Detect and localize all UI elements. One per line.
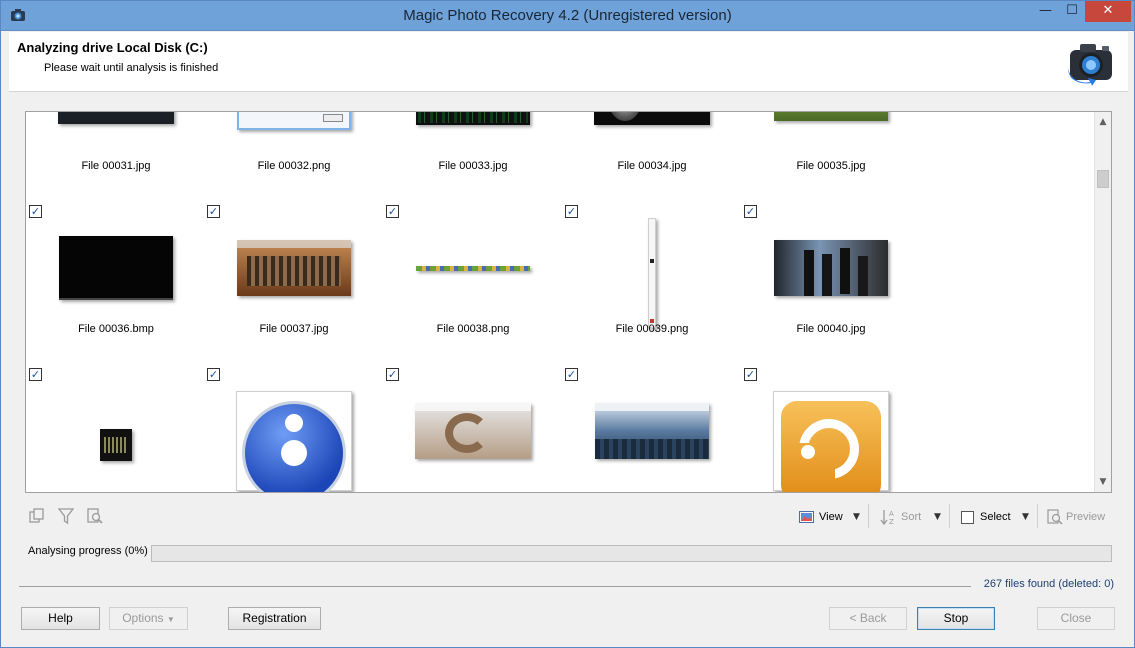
sort-dropdown-icon[interactable]: ▼: [934, 507, 941, 527]
file-thumbnail-item[interactable]: ✓ File 00038.png: [383, 201, 553, 361]
minimize-button[interactable]: —: [1032, 1, 1059, 22]
file-select-checkbox[interactable]: ✓: [207, 368, 220, 381]
view-icon: [799, 511, 814, 523]
help-button[interactable]: Help: [21, 607, 100, 630]
file-thumbnail-image[interactable]: [592, 218, 712, 328]
file-thumbnail-item[interactable]: File 00032.png: [204, 112, 374, 198]
options-label: Options: [122, 611, 164, 625]
close-button[interactable]: Close: [1037, 607, 1115, 630]
file-thumbnail-item[interactable]: ✓: [26, 364, 196, 492]
file-thumbnail-item[interactable]: ✓: [204, 364, 374, 492]
file-select-checkbox[interactable]: ✓: [29, 368, 42, 381]
file-thumbnail-image[interactable]: DARKCOMETREMOTE ADMINISTRATION TOOL: [56, 112, 176, 150]
file-name-label: File 00031.jpg: [81, 160, 151, 172]
page-subtitle: Please wait until analysis is finished: [44, 62, 219, 74]
file-thumbnail-image[interactable]: [234, 386, 354, 492]
svg-text:Z: Z: [889, 518, 894, 525]
select-label: Select: [980, 511, 1011, 523]
file-thumbnail-item[interactable]: ✓: [562, 364, 732, 492]
file-thumbnail-item[interactable]: ✓: [383, 364, 553, 492]
close-window-button[interactable]: ✕: [1085, 1, 1131, 22]
file-select-checkbox[interactable]: ✓: [565, 368, 578, 381]
file-thumbnail-image[interactable]: [413, 112, 533, 150]
file-thumbnail-image[interactable]: [234, 223, 354, 313]
file-name-label: File 00035.jpg: [796, 160, 866, 172]
page-title: Analyzing drive Local Disk (C:): [17, 40, 208, 55]
file-thumbnail-grid[interactable]: DARKCOMETREMOTE ADMINISTRATION TOOL File …: [25, 111, 1112, 493]
progress-label: Analysing progress (0%): [28, 545, 148, 557]
wizard-header: Analyzing drive Local Disk (C:) Please w…: [9, 32, 1128, 92]
scroll-thumb[interactable]: [1097, 170, 1109, 188]
file-name-label: File 00039.png: [615, 323, 689, 335]
file-select-checkbox[interactable]: ✓: [29, 205, 42, 218]
select-checkbox-icon: [961, 511, 974, 524]
file-name-label: File 00032.png: [257, 160, 331, 172]
window-title: Magic Photo Recovery 4.2 (Unregistered v…: [403, 7, 732, 24]
view-label: View: [819, 511, 843, 523]
scroll-up-icon[interactable]: ▲: [1095, 114, 1111, 130]
status-divider: [19, 586, 971, 587]
file-thumbnail-image[interactable]: [413, 386, 533, 476]
sort-label: Sort: [901, 511, 922, 523]
file-name-label: File 00036.bmp: [78, 323, 154, 335]
app-window: Magic Photo Recovery 4.2 (Unregistered v…: [0, 0, 1135, 648]
file-select-checkbox[interactable]: ✓: [565, 205, 578, 218]
file-select-checkbox[interactable]: ✓: [386, 205, 399, 218]
filter-icon[interactable]: [57, 507, 75, 525]
file-select-checkbox[interactable]: ✓: [207, 205, 220, 218]
file-thumbnail-item[interactable]: ✓ File 00039.png: [562, 201, 732, 361]
file-thumbnail-image[interactable]: [771, 223, 891, 313]
camera-logo-icon: [1068, 44, 1112, 86]
file-thumbnail-image[interactable]: [234, 112, 354, 150]
file-thumbnail-item[interactable]: File 00035.jpg: [741, 112, 911, 198]
file-select-checkbox[interactable]: ✓: [744, 368, 757, 381]
analysis-progress-bar: [151, 545, 1112, 562]
view-toolbar: View ▼ A Z Sort ▼ Select ▼ Preview: [25, 503, 1112, 531]
file-thumbnail-item[interactable]: File 00033.jpg: [383, 112, 553, 198]
file-thumbnail-image[interactable]: [771, 386, 891, 492]
select-dropdown-icon[interactable]: ▼: [1022, 507, 1029, 527]
files-found-status: 267 files found (deleted: 0): [983, 578, 1114, 590]
stop-button[interactable]: Stop: [917, 607, 995, 630]
title-bar[interactable]: Magic Photo Recovery 4.2 (Unregistered v…: [1, 1, 1134, 31]
file-thumbnail-image[interactable]: [771, 112, 891, 150]
file-thumbnail-image[interactable]: [592, 112, 712, 150]
svg-text:A: A: [889, 510, 894, 518]
file-thumbnail-image[interactable]: [56, 223, 176, 313]
file-thumbnail-item[interactable]: ✓: [741, 364, 911, 492]
copy-icon[interactable]: [28, 507, 46, 525]
view-dropdown-icon[interactable]: ▼: [853, 507, 860, 527]
file-thumbnail-image[interactable]: [592, 386, 712, 476]
back-button[interactable]: < Back: [829, 607, 907, 630]
file-name-label: File 00040.jpg: [796, 323, 866, 335]
file-select-checkbox[interactable]: ✓: [744, 205, 757, 218]
file-name-label: File 00037.jpg: [259, 323, 329, 335]
scroll-down-icon[interactable]: ▼: [1095, 474, 1111, 490]
file-thumbnail-item[interactable]: File 00034.jpg: [562, 112, 732, 198]
file-thumbnail-item[interactable]: ✓ File 00036.bmp: [26, 201, 196, 361]
registration-button[interactable]: Registration: [228, 607, 321, 630]
sort-icon: A Z: [880, 510, 894, 525]
file-thumbnail-item[interactable]: ✓ File 00040.jpg: [741, 201, 911, 361]
preview-icon: [1047, 509, 1063, 525]
toolbar-separator: [949, 504, 950, 528]
file-name-label: File 00038.png: [436, 323, 510, 335]
preview-label: Preview: [1066, 511, 1106, 523]
file-thumbnail-image[interactable]: [413, 223, 533, 313]
toolbar-separator: [868, 504, 869, 528]
file-thumbnail-image[interactable]: [56, 386, 176, 476]
maximize-button[interactable]: ☐: [1059, 1, 1085, 22]
find-icon[interactable]: [86, 507, 104, 525]
toolbar-separator: [1037, 504, 1038, 528]
file-name-label: File 00033.jpg: [438, 160, 508, 172]
file-name-label: File 00034.jpg: [617, 160, 687, 172]
options-dropdown-icon: ▼: [166, 615, 175, 624]
file-select-checkbox[interactable]: ✓: [386, 368, 399, 381]
options-button[interactable]: Options ▼: [109, 607, 188, 630]
file-thumbnail-item[interactable]: DARKCOMETREMOTE ADMINISTRATION TOOL File …: [26, 112, 196, 198]
file-thumbnail-item[interactable]: ✓ File 00037.jpg: [204, 201, 374, 361]
vertical-scrollbar[interactable]: ▲ ▼: [1094, 112, 1111, 492]
